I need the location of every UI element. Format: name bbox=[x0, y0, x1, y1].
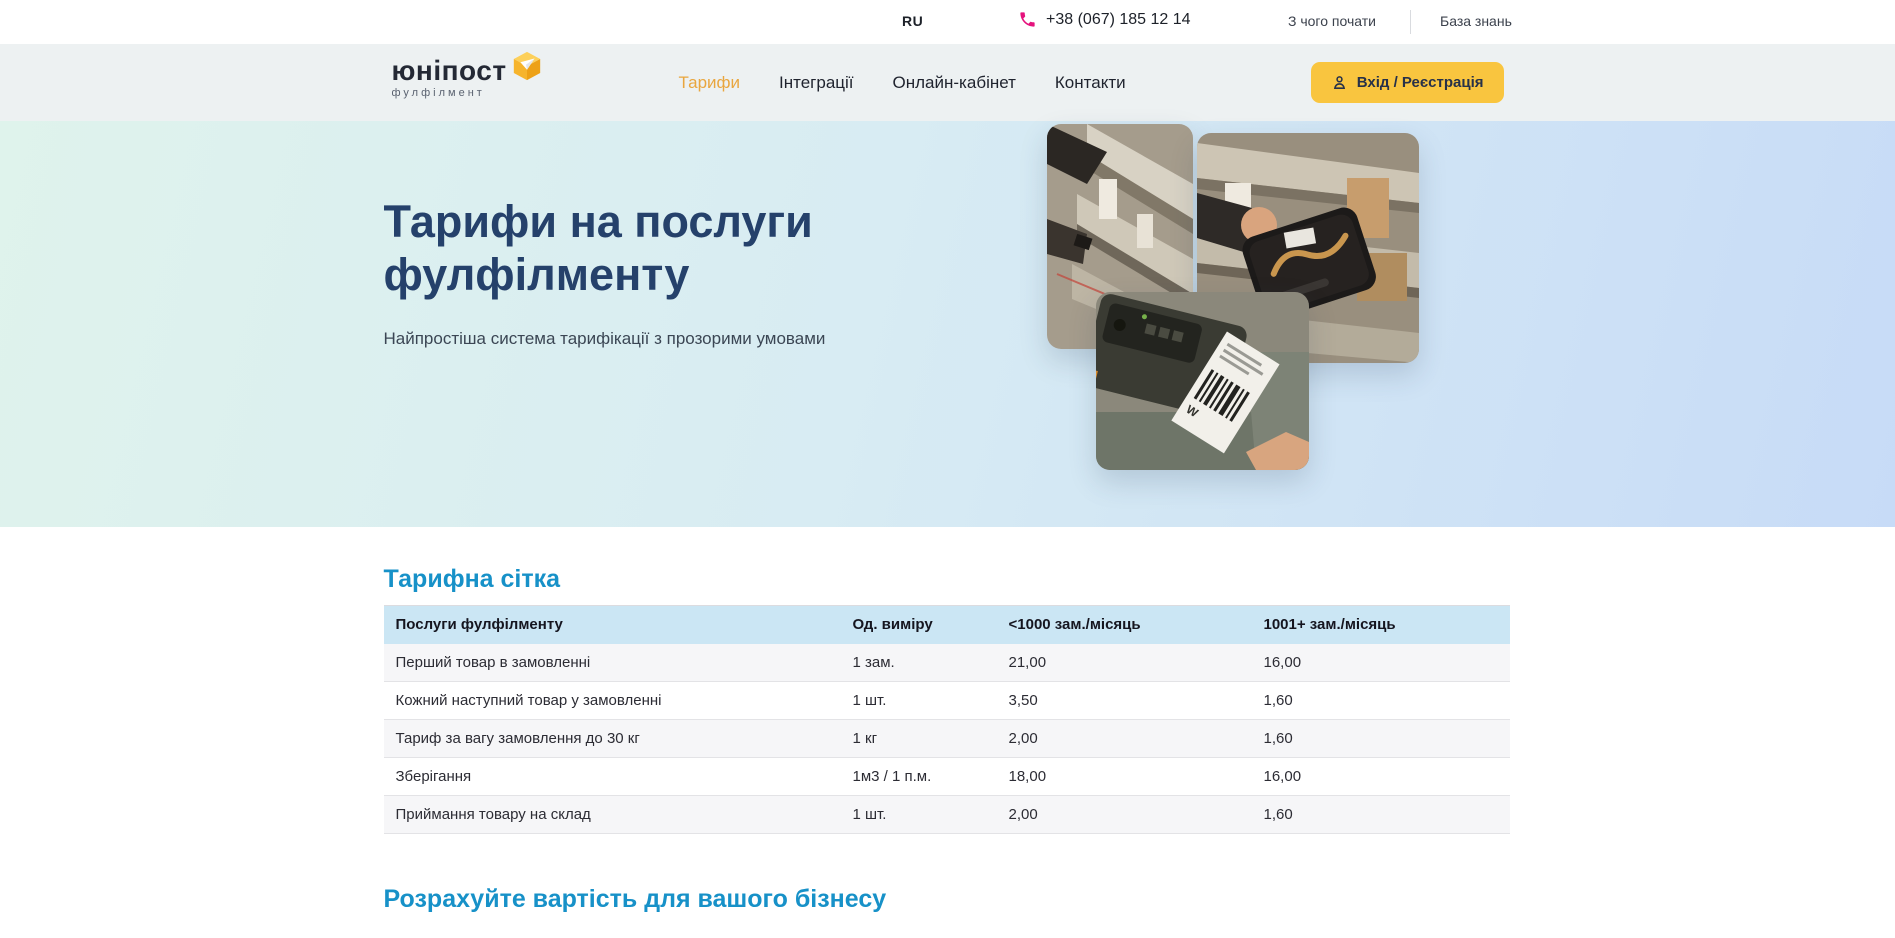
cell-service: Кожний наступний товар у замовленні bbox=[384, 682, 853, 720]
user-icon bbox=[1331, 74, 1348, 91]
col-header-under-1000: <1000 зам./місяць bbox=[1009, 606, 1264, 644]
table-row: Перший товар в замовленні 1 зам. 21,00 1… bbox=[384, 644, 1510, 682]
phone-icon bbox=[1018, 10, 1037, 29]
cell-service: Зберігання bbox=[384, 758, 853, 796]
main-nav: Тарифи Інтеграції Онлайн-кабінет Контакт… bbox=[679, 44, 1126, 121]
logo-tagline: фулфілмент bbox=[392, 87, 507, 99]
topbar-link-get-started[interactable]: З чого почати bbox=[1288, 13, 1376, 29]
cell-price-high: 1,60 bbox=[1264, 720, 1510, 758]
cell-price-low: 18,00 bbox=[1009, 758, 1264, 796]
cell-service: Приймання товару на склад bbox=[384, 796, 853, 834]
logo-wordmark: юніпост bbox=[392, 56, 507, 86]
tariff-table-header-row: Послуги фулфілменту Од. виміру <1000 зам… bbox=[384, 606, 1510, 644]
cell-price-high: 16,00 bbox=[1264, 644, 1510, 682]
login-button-label: Вхід / Реєстрація bbox=[1357, 74, 1484, 91]
cell-unit: 1 шт. bbox=[853, 682, 1009, 720]
phone-link[interactable]: +38 (067) 185 12 14 bbox=[1018, 10, 1191, 29]
cell-unit: 1 зам. bbox=[853, 644, 1009, 682]
main-header: юніпост фулфілмент Тарифи Інтеграції Онл… bbox=[0, 44, 1895, 121]
col-header-service: Послуги фулфілменту bbox=[384, 606, 853, 644]
cell-price-low: 2,00 bbox=[1009, 796, 1264, 834]
language-switcher[interactable]: RU bbox=[902, 13, 923, 29]
calculator-heading: Розрахуйте вартість для вашого бізнесу bbox=[384, 885, 1512, 914]
logo[interactable]: юніпост фулфілмент bbox=[392, 56, 543, 99]
topbar-link-knowledge-base[interactable]: База знань bbox=[1440, 13, 1512, 29]
phone-number: +38 (067) 185 12 14 bbox=[1046, 11, 1191, 29]
cell-service: Тариф за вагу замовлення до 30 кг bbox=[384, 720, 853, 758]
nav-item-online-cabinet[interactable]: Онлайн-кабінет bbox=[893, 73, 1016, 93]
table-row: Тариф за вагу замовлення до 30 кг 1 кг 2… bbox=[384, 720, 1510, 758]
cell-unit: 1 кг bbox=[853, 720, 1009, 758]
cell-price-low: 2,00 bbox=[1009, 720, 1264, 758]
table-row: Кожний наступний товар у замовленні 1 шт… bbox=[384, 682, 1510, 720]
table-row: Приймання товару на склад 1 шт. 2,00 1,6… bbox=[384, 796, 1510, 834]
cell-price-high: 1,60 bbox=[1264, 796, 1510, 834]
nav-item-contacts[interactable]: Контакти bbox=[1055, 73, 1126, 93]
cell-unit: 1м3 / 1 п.м. bbox=[853, 758, 1009, 796]
nav-item-integrations[interactable]: Інтеграції bbox=[779, 73, 854, 93]
cell-service: Перший товар в замовленні bbox=[384, 644, 853, 682]
utility-topbar: RU +38 (067) 185 12 14 З чого почати Баз… bbox=[0, 0, 1895, 44]
pricing-heading: Тарифна сітка bbox=[384, 565, 1512, 594]
hero-section: Тарифи на послуги фулфілменту Найпростіш… bbox=[0, 121, 1895, 527]
login-register-button[interactable]: Вхід / Реєстрація bbox=[1311, 62, 1504, 103]
topbar-divider bbox=[1410, 10, 1411, 34]
tariff-table: Послуги фулфілменту Од. виміру <1000 зам… bbox=[384, 605, 1510, 834]
photo-label-printer: W bbox=[1096, 292, 1309, 470]
cell-price-low: 21,00 bbox=[1009, 644, 1264, 682]
cell-price-high: 1,60 bbox=[1264, 682, 1510, 720]
cell-price-low: 3,50 bbox=[1009, 682, 1264, 720]
cell-unit: 1 шт. bbox=[853, 796, 1009, 834]
logo-cube-icon bbox=[511, 50, 543, 87]
cell-price-high: 16,00 bbox=[1264, 758, 1510, 796]
nav-item-tariffs[interactable]: Тарифи bbox=[679, 73, 741, 93]
table-row: Зберігання 1м3 / 1 п.м. 18,00 16,00 bbox=[384, 758, 1510, 796]
pricing-section: Тарифна сітка Послуги фулфілменту Од. ви… bbox=[0, 527, 1895, 914]
col-header-over-1001: 1001+ зам./місяць bbox=[1264, 606, 1510, 644]
col-header-unit: Од. виміру bbox=[853, 606, 1009, 644]
